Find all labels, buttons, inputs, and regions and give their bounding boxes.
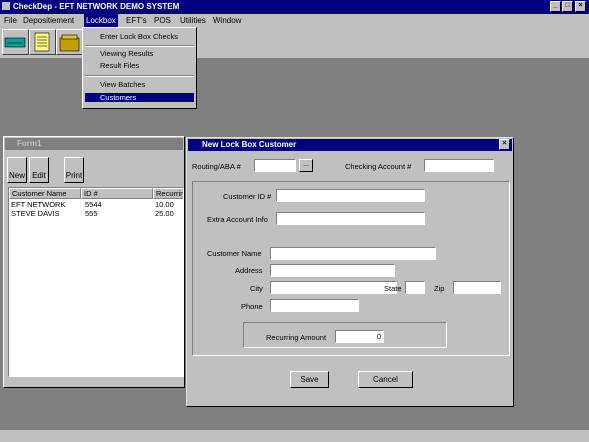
extra-account-label: Extra Account Info: [207, 215, 268, 224]
menu-pos[interactable]: POS: [152, 14, 173, 27]
state-input[interactable]: [405, 281, 425, 294]
column-header-customer-name[interactable]: Customer Name: [9, 188, 81, 199]
menu-item-result-files[interactable]: Result Files: [85, 61, 194, 70]
menu-efts[interactable]: EFT's: [124, 14, 149, 27]
menu-window[interactable]: Window: [211, 14, 243, 27]
address-label: Address: [235, 266, 263, 275]
extra-account-input[interactable]: [276, 212, 425, 225]
bottom-scrollbar[interactable]: [0, 430, 589, 442]
checking-label: Checking Account #: [345, 162, 412, 171]
customer-name-input[interactable]: [270, 247, 436, 260]
app-title: CheckDep - EFT NETWORK DEMO SYSTEM: [13, 2, 180, 11]
routing-label: Routing/ABA #: [192, 162, 241, 171]
new-button[interactable]: New: [7, 157, 27, 183]
form1-window: Form1 New Edit Print Customer Name ID # …: [3, 136, 185, 388]
cell-customer-name: EFT NETWORK: [11, 200, 66, 209]
menu-separator: [85, 75, 194, 77]
cell-id: 5544: [85, 200, 102, 209]
cancel-button[interactable]: Cancel: [358, 371, 413, 388]
checking-account-input[interactable]: [424, 159, 494, 172]
check-tool-button[interactable]: [2, 29, 29, 55]
menu-separator: [85, 45, 194, 47]
ledger-icon: [34, 32, 50, 52]
lockbox-menu: Enter Lock Box Checks Viewing Results Re…: [82, 27, 197, 109]
menu-utilities[interactable]: Utilities: [178, 14, 208, 27]
dialog-titlebar: New Lock Box Customer ×: [188, 139, 512, 151]
menu-item-view-batches[interactable]: View Batches: [85, 80, 194, 89]
cell-recurring: 25.00: [155, 209, 174, 218]
app-titlebar: CheckDep - EFT NETWORK DEMO SYSTEM _ □ ×: [0, 0, 589, 14]
state-label: State: [384, 284, 402, 293]
routing-lookup-button[interactable]: ...: [299, 159, 313, 172]
menu-deposit[interactable]: Depositiement: [21, 14, 76, 27]
print-button[interactable]: Print: [64, 157, 84, 183]
minimize-button[interactable]: _: [550, 1, 561, 12]
menu-item-customers[interactable]: Customers: [85, 93, 194, 102]
form1-titlebar: Form1: [5, 138, 183, 150]
city-input[interactable]: [270, 281, 397, 294]
edit-button[interactable]: Edit: [29, 157, 49, 183]
menu-item-enter-checks[interactable]: Enter Lock Box Checks: [85, 32, 194, 41]
menu-lockbox[interactable]: Lockbox: [84, 14, 118, 27]
recurring-amount-input[interactable]: 0: [335, 330, 384, 343]
cell-id: 555: [85, 209, 98, 218]
zip-input[interactable]: [453, 281, 501, 294]
lockbox-tool-button[interactable]: [56, 29, 83, 55]
menu-file[interactable]: File: [2, 14, 19, 27]
cell-customer-name: STEVE DAVIS: [11, 209, 60, 218]
form1-title: Form1: [17, 139, 42, 148]
app-icon: [2, 2, 10, 10]
ledger-tool-button[interactable]: [29, 29, 56, 55]
lockbox-icon: [59, 34, 80, 52]
close-button[interactable]: ×: [575, 1, 586, 12]
customer-id-input[interactable]: [276, 189, 425, 202]
city-label: City: [250, 284, 263, 293]
check-icon: [4, 37, 26, 48]
cell-recurring: 10.00: [155, 200, 174, 209]
customer-id-label: Customer ID #: [223, 192, 272, 201]
column-header-recurring[interactable]: Recurring: [153, 188, 183, 199]
maximize-button[interactable]: □: [562, 1, 573, 12]
new-customer-dialog: New Lock Box Customer × Routing/ABA # ..…: [186, 137, 514, 407]
phone-label: Phone: [241, 302, 263, 311]
recurring-amount-label: Recurring Amount: [266, 333, 327, 342]
column-header-id[interactable]: ID #: [81, 188, 153, 199]
save-button[interactable]: Save: [290, 371, 329, 388]
menubar: File Depositiement Lockbox EFT's POS Uti…: [0, 14, 589, 27]
menu-item-viewing-results[interactable]: Viewing Results: [85, 49, 194, 58]
customer-name-label: Customer Name: [207, 249, 262, 258]
dialog-title: New Lock Box Customer: [202, 140, 297, 149]
phone-input[interactable]: [270, 299, 359, 312]
dialog-close-button[interactable]: ×: [499, 139, 510, 150]
routing-input[interactable]: [254, 159, 296, 172]
zip-label: Zip: [434, 284, 445, 293]
address-input[interactable]: [270, 264, 395, 277]
customer-list[interactable]: Customer Name ID # Recurring EFT NETWORK…: [8, 187, 184, 377]
